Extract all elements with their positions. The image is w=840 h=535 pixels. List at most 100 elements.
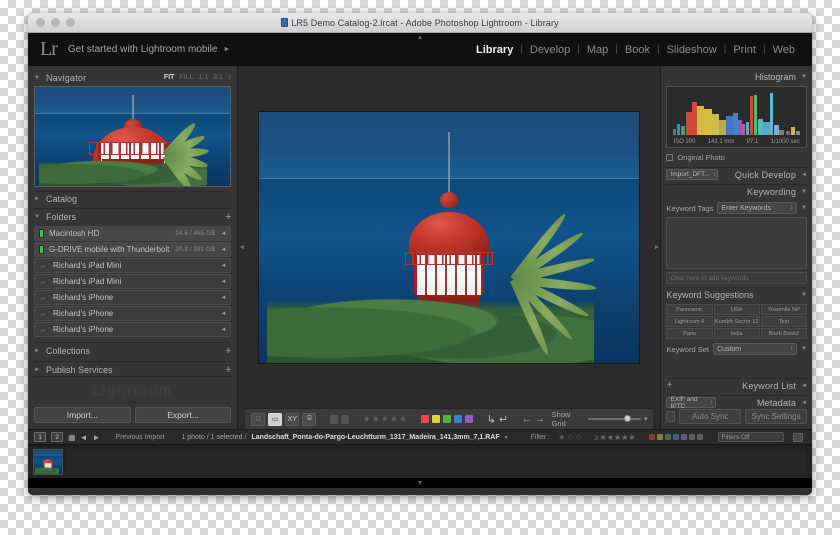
module-map[interactable]: Map — [580, 44, 615, 56]
stepper-icon[interactable]: ↕ — [713, 172, 716, 178]
navigator-zoom-levels[interactable]: FIT FILL 1:1 3:1 ↕ — [164, 74, 231, 81]
folder-item-ipad-mini-2[interactable]: ↔ Richard's iPad Mini ◄ — [34, 274, 232, 290]
filters-off-select[interactable]: Filters Off ↕ — [717, 432, 784, 442]
keywording-header[interactable]: Keywording ▼ — [666, 184, 808, 198]
original-photo-row[interactable]: Original Photo — [666, 151, 807, 164]
filter-star-rating[interactable]: ≥ ★★★★★ — [594, 433, 635, 442]
chevron-left-icon[interactable]: ◄ — [220, 231, 226, 237]
disclosure-triangle-icon[interactable]: ▼ — [34, 214, 41, 220]
flag-pick-icon[interactable] — [329, 414, 338, 424]
compare-view-icon[interactable]: XY — [285, 412, 300, 426]
keyword-suggestion[interactable]: USA — [713, 304, 760, 315]
disclosure-triangle-icon[interactable]: ◄ — [801, 172, 807, 178]
back-arrow-icon[interactable]: ◄ — [80, 433, 88, 442]
loupe-view-icon[interactable]: ▭ — [268, 412, 283, 426]
chevron-left-icon[interactable]: ◄ — [220, 247, 226, 253]
keyword-suggestion[interactable]: Lightroom 4 — [666, 316, 713, 327]
filter-color-none[interactable] — [688, 434, 695, 440]
disclosure-triangle-icon[interactable]: ◄ — [801, 400, 807, 406]
filter-flags[interactable]: ◆ ◇ ◇ — [559, 433, 581, 441]
disclosure-triangle-icon[interactable]: ▼ — [801, 189, 807, 195]
keyword-suggestion[interactable]: India — [713, 328, 760, 339]
add-folder-icon[interactable]: + — [225, 211, 231, 223]
screen-2-button[interactable]: 2 — [51, 432, 63, 442]
filter-color-green[interactable] — [664, 434, 671, 440]
auto-sync-button[interactable]: Auto Sync — [679, 409, 742, 424]
quick-develop-header[interactable]: Import_DFT... ↕ Quick Develop ◄ — [666, 167, 808, 181]
module-develop[interactable]: Develop — [523, 44, 577, 56]
navigator-preview[interactable] — [34, 86, 232, 187]
previous-photo-icon[interactable]: ← — [522, 414, 532, 425]
chevron-left-icon[interactable]: ◄ — [220, 279, 226, 285]
module-print[interactable]: Print — [726, 44, 763, 56]
filter-enable-switch[interactable] — [792, 432, 803, 442]
auto-sync-toggle[interactable] — [666, 411, 676, 422]
filmstrip-thumbnail[interactable] — [33, 448, 63, 475]
filter-color-red[interactable] — [648, 434, 655, 440]
keyword-suggestion[interactable]: Kumbh-Sector 12 — [713, 316, 760, 327]
grid-icon[interactable]: ▦ — [68, 433, 76, 442]
filename-caret-icon[interactable]: ▾ — [505, 434, 508, 441]
grid-view-icon[interactable]: ∷ — [251, 412, 266, 426]
chevron-left-icon[interactable]: ◄ — [220, 311, 226, 317]
stepper-icon[interactable]: ↕ — [790, 346, 793, 352]
module-slideshow[interactable]: Slideshow — [660, 44, 724, 56]
filmstrip-empty-area[interactable] — [66, 448, 807, 475]
module-library[interactable]: Library — [469, 44, 520, 56]
left-panel-collapse-handle[interactable]: ◄ — [238, 66, 246, 429]
filter-color-labels[interactable] — [648, 434, 703, 440]
slider-track[interactable] — [587, 415, 641, 422]
navigator-header[interactable]: ▼ Navigator FIT FILL 1:1 3:1 ↕ — [34, 72, 231, 83]
filter-color-custom[interactable] — [696, 434, 703, 440]
image-display-area[interactable] — [245, 66, 653, 408]
filter-color-purple[interactable] — [680, 434, 687, 440]
import-button[interactable]: Import... — [34, 407, 131, 423]
folders-header[interactable]: ▼ Folders + — [34, 208, 232, 223]
keyword-add-hint[interactable]: Click here to add keywords — [666, 272, 808, 284]
source-label[interactable]: Previous Import — [115, 434, 164, 441]
chevron-left-icon[interactable]: ◄ — [220, 327, 226, 333]
histogram-chart[interactable]: ISO 200 141.1 mm f/7.1 1/1000 sec — [666, 86, 808, 148]
folder-item-iphone-1[interactable]: ↔ Richard's iPhone ◄ — [34, 290, 232, 306]
add-collection-icon[interactable]: + — [225, 345, 231, 357]
keyword-suggestions-header[interactable]: Keyword Suggestions ▼ — [666, 287, 808, 301]
keyword-set-select[interactable]: Custom ↕ — [712, 343, 798, 355]
color-label-control[interactable] — [421, 415, 474, 423]
filter-flag-unflagged-icon[interactable]: ◇ — [567, 433, 572, 441]
rotate-right-icon[interactable]: ↵ — [499, 413, 508, 426]
collections-header[interactable]: ► Collections + — [34, 342, 232, 357]
stepper-icon[interactable]: ↕ — [709, 400, 712, 406]
zoom-1-1[interactable]: 1:1 — [198, 74, 208, 81]
metadata-preset-select[interactable]: EXIF and IPTC ↕ — [666, 396, 717, 410]
keyword-tags-select[interactable]: Enter Keywords ↕ — [717, 202, 798, 214]
zoom-fit[interactable]: FIT — [164, 74, 175, 81]
screen-1-button[interactable]: 1 — [34, 432, 46, 442]
rotate-left-icon[interactable]: ↳ — [487, 413, 496, 426]
photo-loupe-view[interactable] — [259, 111, 640, 363]
filmstrip-collapse-handle[interactable]: ▼ — [28, 478, 812, 488]
toolbar-options-caret-icon[interactable]: ▾ — [644, 415, 648, 423]
metadata-header[interactable]: EXIF and IPTC ↕ Metadata ◄ — [666, 395, 808, 410]
folder-item-macintosh-hd[interactable]: Macintosh HD 24.6 / 465 GB ◄ — [34, 226, 232, 242]
chevron-left-icon[interactable]: ◄ — [220, 263, 226, 269]
export-button[interactable]: Export... — [134, 407, 232, 423]
color-label-red[interactable] — [421, 415, 430, 423]
zoom-fill[interactable]: FILL — [179, 74, 193, 81]
disclosure-triangle-icon[interactable]: ▼ — [801, 74, 807, 80]
module-web[interactable]: Web — [766, 44, 802, 56]
keyword-suggestion[interactable]: Yosemite NP — [760, 304, 807, 315]
slider-knob[interactable] — [623, 415, 631, 422]
top-panel-toggle[interactable]: ▲ — [417, 34, 424, 41]
develop-preset-select[interactable]: Import_DFT... ↕ — [666, 169, 719, 180]
star-rating-control[interactable]: ★★★★★ — [363, 414, 408, 425]
next-photo-icon[interactable]: → — [535, 414, 545, 425]
color-label-blue[interactable] — [454, 415, 463, 423]
chevron-down-icon[interactable]: ▼ — [801, 205, 807, 211]
folder-item-iphone-2[interactable]: ↔ Richard's iPhone ◄ — [34, 306, 232, 322]
filter-flag-pick-icon[interactable]: ◆ — [559, 433, 564, 441]
keyword-list-header[interactable]: + Keyword List ◄ — [666, 378, 808, 392]
right-panel-collapse-handle[interactable]: ► — [653, 66, 661, 429]
zoom-stepper-icon[interactable]: ↕ — [228, 74, 232, 81]
module-book[interactable]: Book — [618, 44, 657, 56]
histogram-header[interactable]: Histogram ▼ — [666, 70, 807, 83]
